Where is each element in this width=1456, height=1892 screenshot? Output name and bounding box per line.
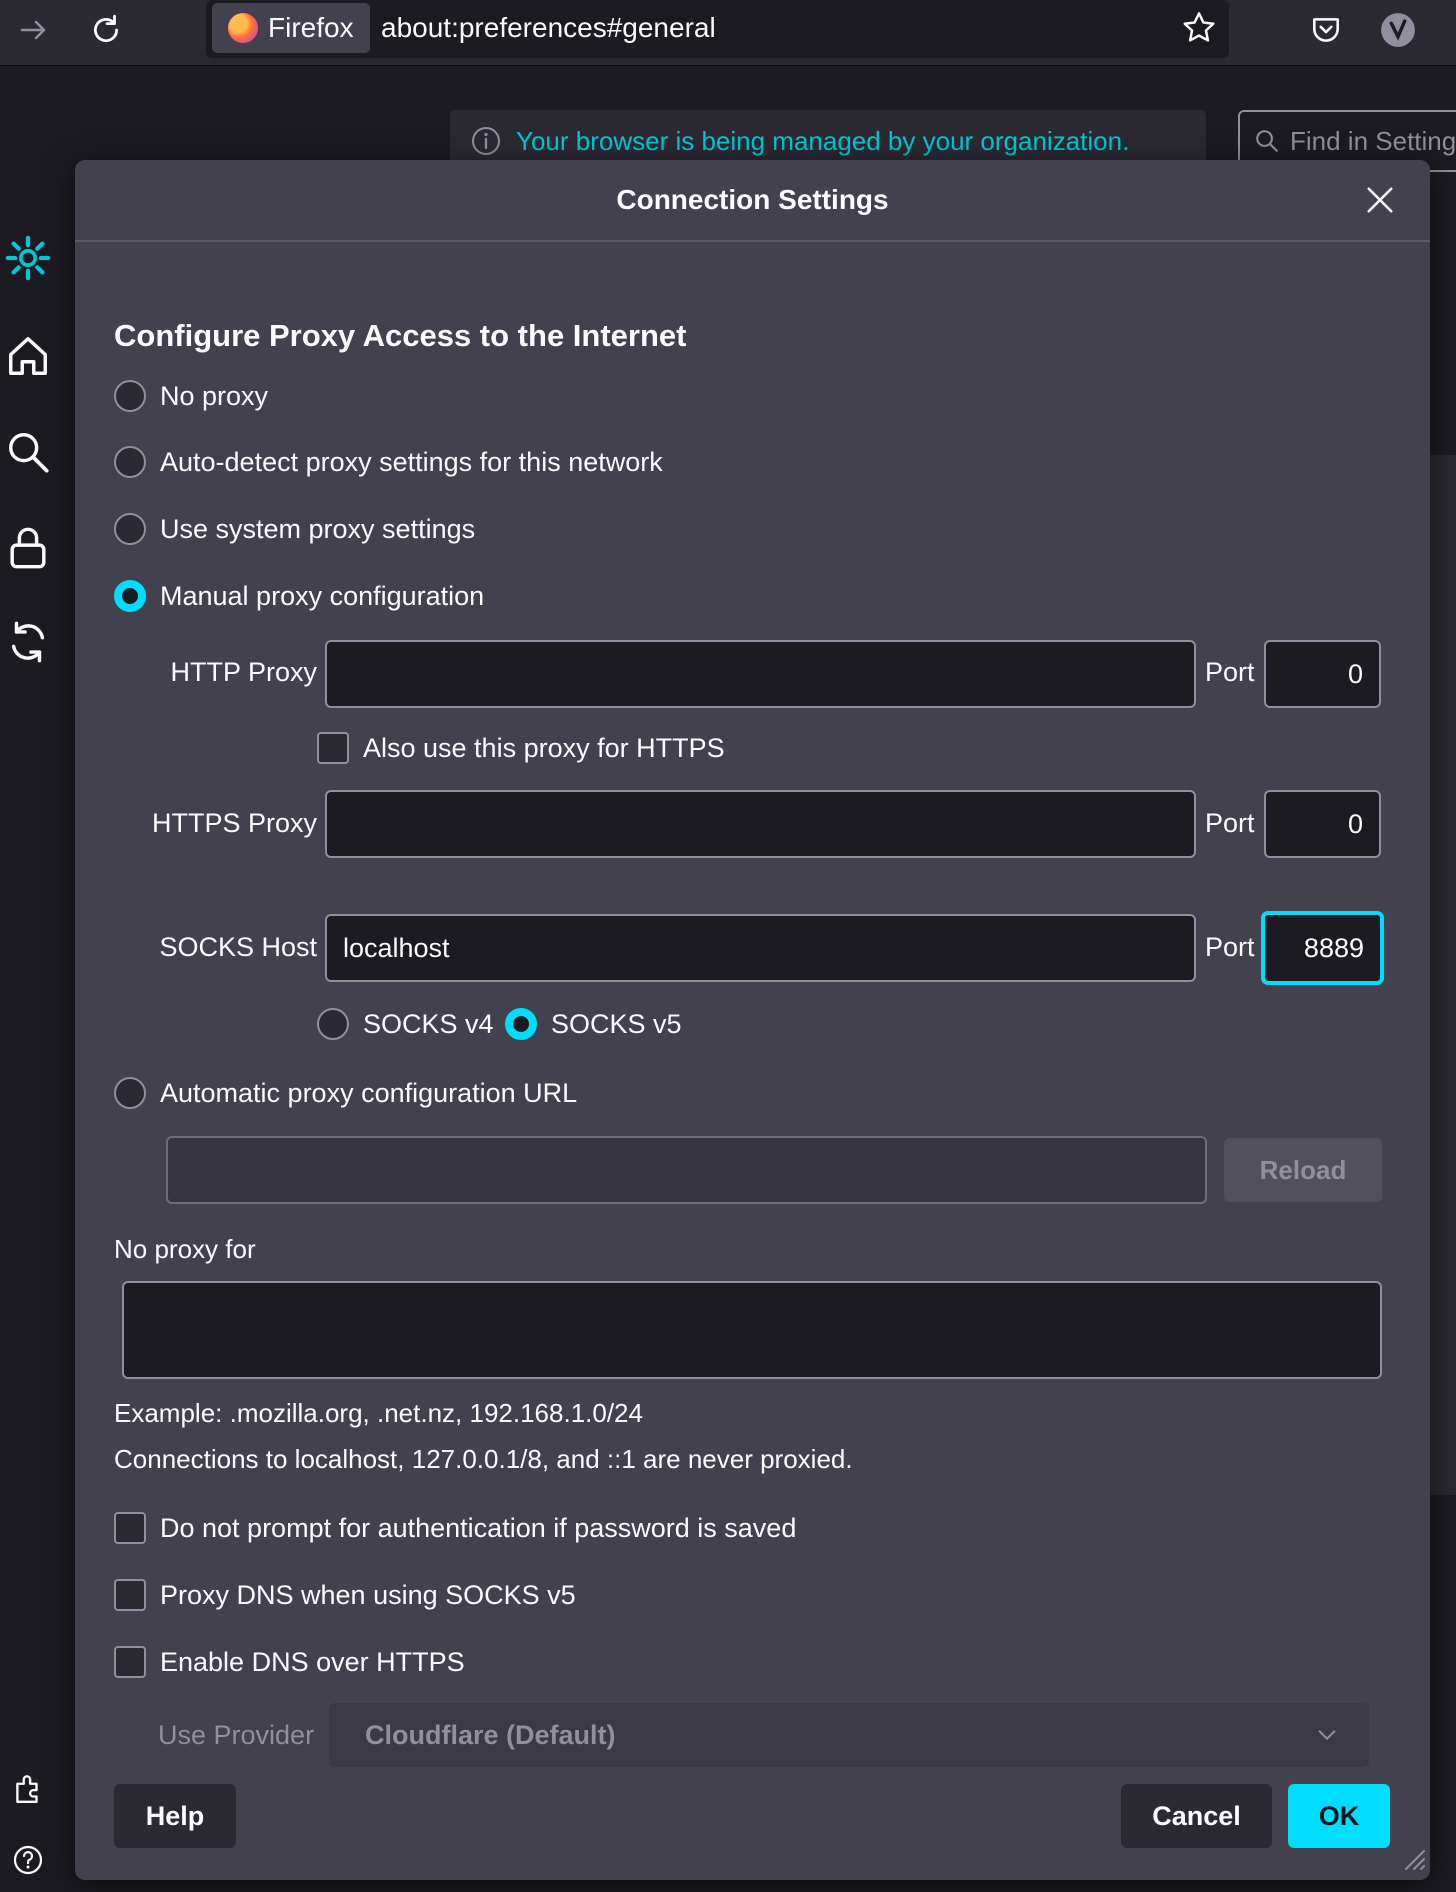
radio-no-proxy[interactable]: No proxy [114, 380, 268, 412]
extensions-icon[interactable] [4, 1764, 52, 1812]
reload-icon[interactable] [80, 8, 132, 52]
dns-over-https-label: Enable DNS over HTTPS [160, 1646, 465, 1677]
http-port-label: Port [1205, 657, 1255, 687]
firefox-logo-icon [228, 13, 258, 43]
provider-select[interactable]: Cloudflare (Default) [329, 1703, 1369, 1767]
no-prompt-auth-checkbox[interactable]: Do not prompt for authentication if pass… [114, 1512, 796, 1544]
radio-no-proxy-control[interactable] [114, 380, 146, 412]
dns-over-https-checkbox[interactable]: Enable DNS over HTTPS [114, 1646, 465, 1678]
provider-select-value: Cloudflare (Default) [365, 1719, 616, 1750]
radio-socks-v5-label: SOCKS v5 [551, 1008, 682, 1039]
connection-settings-dialog: Connection Settings Configure Proxy Acce… [75, 160, 1430, 1880]
radio-socks-v4-control[interactable] [317, 1008, 349, 1040]
https-port-label: Port [1205, 808, 1255, 838]
radio-manual-proxy[interactable]: Manual proxy configuration [114, 580, 484, 612]
http-proxy-label: HTTP Proxy [170, 657, 317, 687]
auto-proxy-url-input[interactable] [166, 1136, 1207, 1204]
dns-over-https-checkbox-control[interactable] [114, 1646, 146, 1678]
also-https-checkbox[interactable]: Also use this proxy for HTTPS [317, 732, 725, 764]
section-title: Configure Proxy Access to the Internet [114, 318, 687, 353]
chevron-down-icon [1318, 1730, 1336, 1740]
https-proxy-input[interactable] [325, 790, 1196, 858]
radio-auto-proxy-url[interactable]: Automatic proxy configuration URL [114, 1077, 577, 1109]
dialog-title: Connection Settings [616, 184, 889, 215]
radio-auto-proxy-url-control[interactable] [114, 1077, 146, 1109]
help-icon[interactable] [4, 1836, 52, 1884]
sync-icon[interactable] [4, 618, 52, 666]
https-port-input[interactable]: 0 [1264, 790, 1381, 858]
radio-system-proxy-label: Use system proxy settings [160, 513, 476, 544]
identity-box[interactable]: Firefox [212, 3, 370, 53]
identity-label: Firefox [268, 12, 354, 43]
bookmark-star-icon[interactable] [1181, 10, 1217, 51]
https-proxy-label: HTTPS Proxy [151, 808, 317, 838]
info-icon [472, 127, 500, 155]
use-provider-label: Use Provider [158, 1720, 315, 1750]
radio-socks-v5-control[interactable] [505, 1008, 537, 1040]
proxy-dns-label: Proxy DNS when using SOCKS v5 [160, 1579, 576, 1610]
close-button[interactable] [1360, 180, 1400, 220]
search-icon[interactable] [4, 428, 52, 476]
find-placeholder: Find in Settings [1290, 125, 1456, 156]
home-icon[interactable] [4, 332, 52, 380]
proxy-dns-checkbox-control[interactable] [114, 1579, 146, 1611]
cancel-button[interactable]: Cancel [1121, 1784, 1272, 1848]
resize-grip-icon[interactable] [1400, 1845, 1426, 1876]
localhost-note: Connections to localhost, 127.0.0.1/8, a… [114, 1444, 853, 1474]
radio-socks-v4[interactable]: SOCKS v4 [317, 1008, 494, 1040]
lock-icon[interactable] [4, 524, 52, 572]
ok-button[interactable]: OK [1288, 1784, 1390, 1848]
no-proxy-for-textarea[interactable] [122, 1281, 1382, 1379]
no-prompt-auth-checkbox-control[interactable] [114, 1512, 146, 1544]
help-button[interactable]: Help [114, 1784, 236, 1848]
example-text: Example: .mozilla.org, .net.nz, 192.168.… [114, 1398, 643, 1428]
radio-auto-proxy-url-label: Automatic proxy configuration URL [160, 1077, 578, 1108]
radio-auto-detect-control[interactable] [114, 446, 146, 478]
radio-system-proxy[interactable]: Use system proxy settings [114, 513, 475, 545]
settings-gear-icon[interactable] [4, 234, 52, 282]
url-text[interactable]: about:preferences#general [381, 12, 716, 44]
no-prompt-auth-label: Do not prompt for authentication if pass… [160, 1512, 797, 1543]
radio-socks-v5[interactable]: SOCKS v5 [505, 1008, 682, 1040]
dialog-header: Connection Settings [75, 160, 1430, 242]
background-content-panel [1430, 455, 1456, 1495]
proxy-dns-checkbox[interactable]: Proxy DNS when using SOCKS v5 [114, 1579, 576, 1611]
radio-socks-v4-label: SOCKS v4 [363, 1008, 494, 1039]
close-icon [1367, 187, 1393, 213]
radio-manual-proxy-control[interactable] [114, 580, 146, 612]
managed-notice-link[interactable]: Your browser is being managed by your or… [516, 126, 1129, 157]
socks-port-label: Port [1205, 932, 1255, 962]
radio-auto-detect[interactable]: Auto-detect proxy settings for this netw… [114, 446, 663, 478]
radio-manual-proxy-label: Manual proxy configuration [160, 580, 485, 611]
forward-icon[interactable] [8, 8, 60, 52]
browser-toolbar: Firefox about:preferences#general [0, 0, 1456, 66]
url-bar[interactable]: Firefox about:preferences#general [206, 0, 1229, 58]
radio-system-proxy-control[interactable] [114, 513, 146, 545]
reload-button[interactable]: Reload [1224, 1138, 1382, 1202]
radio-no-proxy-label: No proxy [160, 380, 269, 411]
radio-auto-detect-label: Auto-detect proxy settings for this netw… [160, 446, 663, 477]
account-avatar-icon[interactable] [1372, 8, 1424, 52]
http-port-input[interactable]: 0 [1264, 640, 1381, 708]
no-proxy-for-label: No proxy for [114, 1234, 256, 1264]
socks-host-label: SOCKS Host [159, 932, 317, 962]
also-https-checkbox-control[interactable] [317, 732, 349, 764]
search-icon [1256, 130, 1278, 152]
socks-port-input[interactable]: 8889 [1262, 912, 1383, 984]
http-proxy-input[interactable] [325, 640, 1196, 708]
also-https-label: Also use this proxy for HTTPS [363, 732, 725, 763]
socks-host-input[interactable]: localhost [325, 914, 1196, 982]
pocket-icon[interactable] [1300, 8, 1352, 52]
